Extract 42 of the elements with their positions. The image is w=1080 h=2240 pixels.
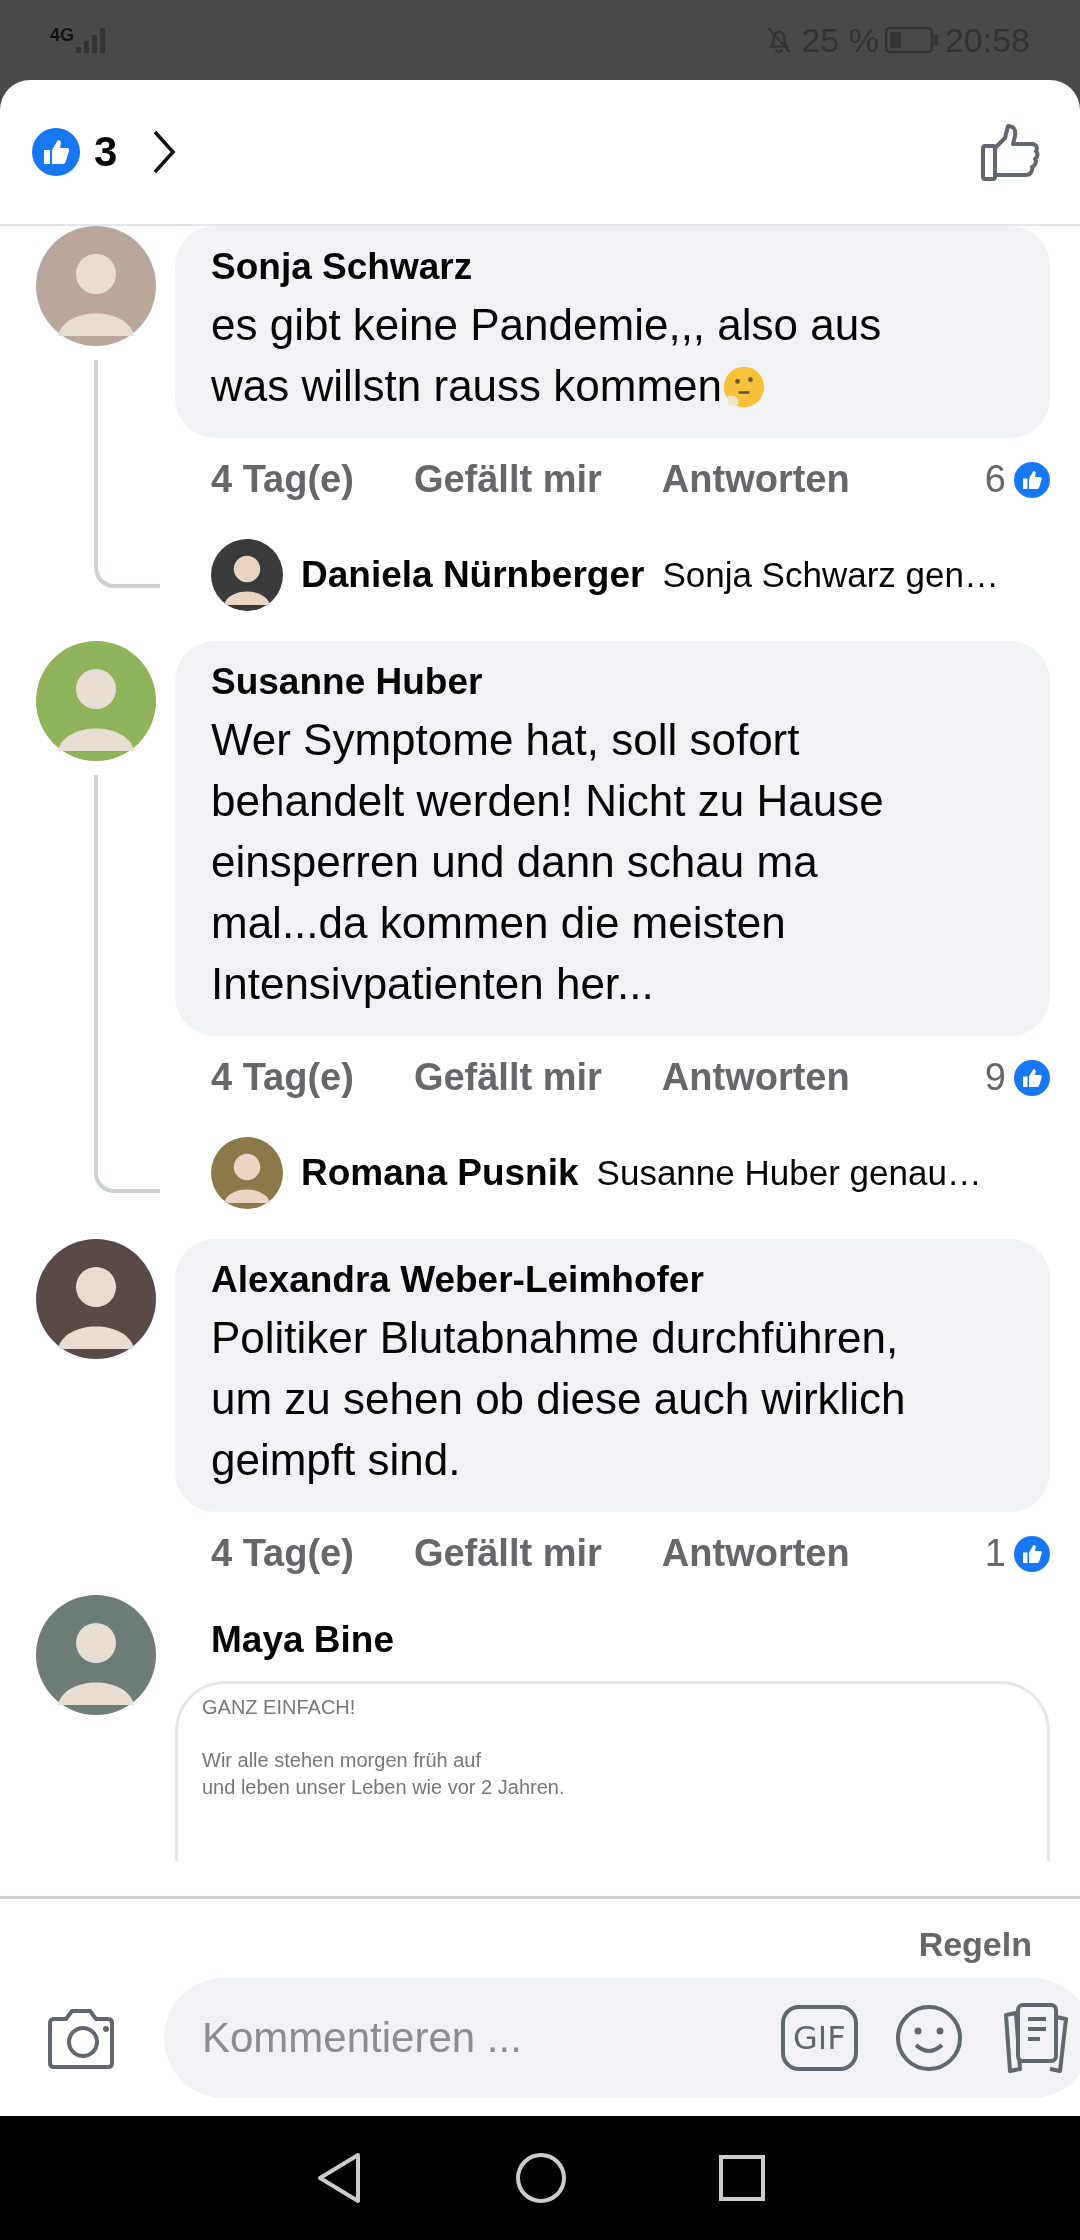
- attachment-headline: GANZ EINFACH!: [202, 1696, 356, 1718]
- comment-time: 4 Tag(e): [211, 1056, 354, 1099]
- reaction-count: 3: [94, 128, 118, 176]
- comment-time: 4 Tag(e): [211, 1532, 354, 1575]
- like-count: 6: [984, 458, 1006, 501]
- avatar[interactable]: [211, 539, 283, 611]
- author-name[interactable]: Alexandra Weber-Leimhofer: [211, 1259, 960, 1301]
- reply-author[interactable]: Daniela Nürnberger: [301, 554, 645, 596]
- reply-link[interactable]: Antworten: [661, 458, 850, 501]
- like-badge-icon: [1014, 1535, 1050, 1572]
- gif-button[interactable]: GIF: [781, 2005, 858, 2071]
- home-icon[interactable]: [514, 2151, 568, 2205]
- attachment-card[interactable]: GANZ EINFACH! Wir alle stehen morgen früh auf und leben unser Leben wie vor 2 Jahren.: [175, 1681, 1050, 1861]
- network-type: 4G: [50, 25, 74, 46]
- rules-link[interactable]: Regeln: [918, 1925, 1032, 1964]
- attachment-text: Wir alle stehen morgen früh auf und leben unser Leben wie vor 2 Jahren.: [202, 1748, 566, 1800]
- like-count: 9: [984, 1056, 1006, 1099]
- thumbs-up-icon[interactable]: [980, 122, 1042, 182]
- like-badge-icon: [1014, 461, 1050, 498]
- like-link[interactable]: Gefällt mir: [413, 1532, 602, 1575]
- recents-icon[interactable]: [718, 2154, 766, 2202]
- thinking-emoji-icon: [722, 365, 767, 409]
- like-count: 1: [984, 1532, 1006, 1575]
- reply-preview[interactable]: Sonja Schwarz gen…: [662, 555, 999, 595]
- author-name[interactable]: Susanne Huber: [211, 661, 960, 703]
- smiley-icon[interactable]: [893, 2003, 964, 2073]
- like-link[interactable]: Gefällt mir: [413, 1056, 602, 1099]
- comment-text: es gibt keine Pandemie,,, also aus was willstn rauss kommen: [211, 299, 883, 412]
- reply-author[interactable]: Romana Pusnik: [301, 1152, 579, 1194]
- comment-time: 4 Tag(e): [211, 458, 354, 501]
- avatar[interactable]: [36, 1239, 156, 1359]
- comment-field[interactable]: Kommentieren ... GIF: [164, 1978, 1080, 2098]
- like-badge-icon: [1014, 1059, 1050, 1096]
- like-badge-icon: [32, 128, 80, 176]
- author-name[interactable]: Maya Bine: [175, 1595, 1050, 1681]
- comment-text: Politiker Blutabnahme durchführen, um zu sehen ob diese auch wirklich geimpft sind.: [211, 1312, 907, 1486]
- comment-text: Wer Symptome hat, soll sofort behandelt werden! Nicht zu Hause einsperren und dann schau ma mal...da kommen die meisten Intensivpatienten her...: [211, 714, 885, 1010]
- like-link[interactable]: Gefällt mir: [413, 458, 602, 501]
- reply-link[interactable]: Antworten: [661, 1532, 850, 1575]
- author-name[interactable]: Sonja Schwarz: [211, 246, 960, 288]
- reply-link[interactable]: Antworten: [661, 1056, 850, 1099]
- reply-preview[interactable]: Susanne Huber genau…: [596, 1153, 982, 1193]
